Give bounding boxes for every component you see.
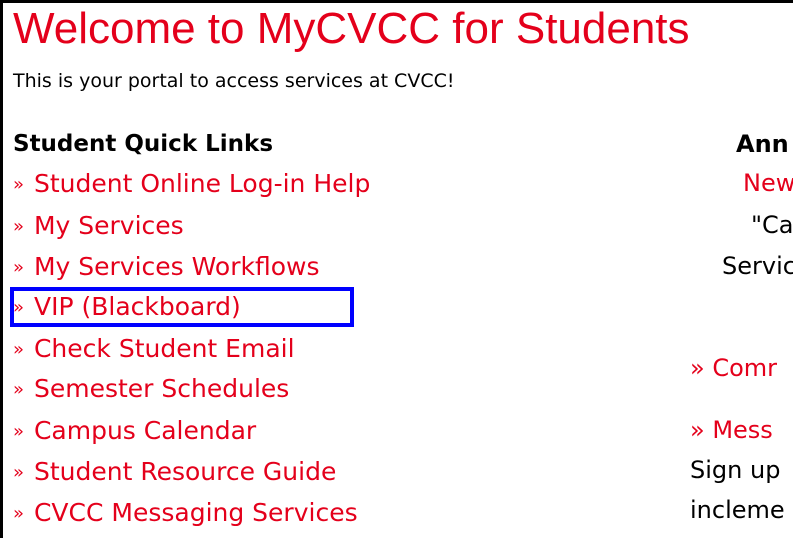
announcement-link[interactable]: » Mess (690, 415, 773, 445)
link-label: My Services (33, 211, 184, 240)
bullet-icon: » (13, 379, 25, 400)
bullet-icon: » (13, 216, 25, 237)
link-my-services-workflows[interactable]: » My Services Workflows (13, 251, 319, 284)
bullet-icon: » (13, 257, 25, 278)
bullet-icon: » (13, 174, 25, 195)
announcement-link[interactable]: » Comr (690, 353, 777, 383)
link-student-online-login-help[interactable]: » Student Online Log-in Help (13, 168, 370, 201)
announcement-text: Servic (722, 252, 793, 280)
link-label: My Services Workflows (33, 252, 320, 281)
link-my-services[interactable]: » My Services (13, 210, 184, 243)
announcement-text: Sign up (690, 456, 781, 484)
highlight-box (10, 287, 354, 327)
announcement-text: "Ca (751, 211, 793, 239)
announcement-link[interactable]: New (743, 168, 793, 198)
bullet-icon: » (13, 462, 25, 483)
bullet-icon: » (13, 421, 25, 442)
link-label: Campus Calendar (33, 416, 257, 445)
link-label: Student Resource Guide (33, 457, 337, 486)
link-label: Semester Schedules (33, 374, 290, 403)
announcements-heading: Ann (736, 130, 789, 158)
link-cvcc-messaging-services[interactable]: » CVCC Messaging Services (13, 497, 358, 530)
quick-links-heading: Student Quick Links (13, 131, 274, 157)
announcement-text: incleme (690, 496, 785, 524)
link-semester-schedules[interactable]: » Semester Schedules (13, 373, 289, 406)
page-subtitle: This is your portal to access services a… (13, 70, 455, 92)
page-title: Welcome to MyCVCC for Students (13, 4, 690, 53)
link-label: CVCC Messaging Services (33, 498, 358, 527)
link-check-student-email[interactable]: » Check Student Email (13, 333, 295, 366)
link-campus-calendar[interactable]: » Campus Calendar (13, 415, 256, 448)
bullet-icon: » (13, 339, 25, 360)
bullet-icon: » (13, 503, 25, 524)
link-label: Student Online Log-in Help (33, 169, 371, 198)
link-student-resource-guide[interactable]: » Student Resource Guide (13, 456, 336, 489)
link-label: Check Student Email (33, 334, 295, 363)
